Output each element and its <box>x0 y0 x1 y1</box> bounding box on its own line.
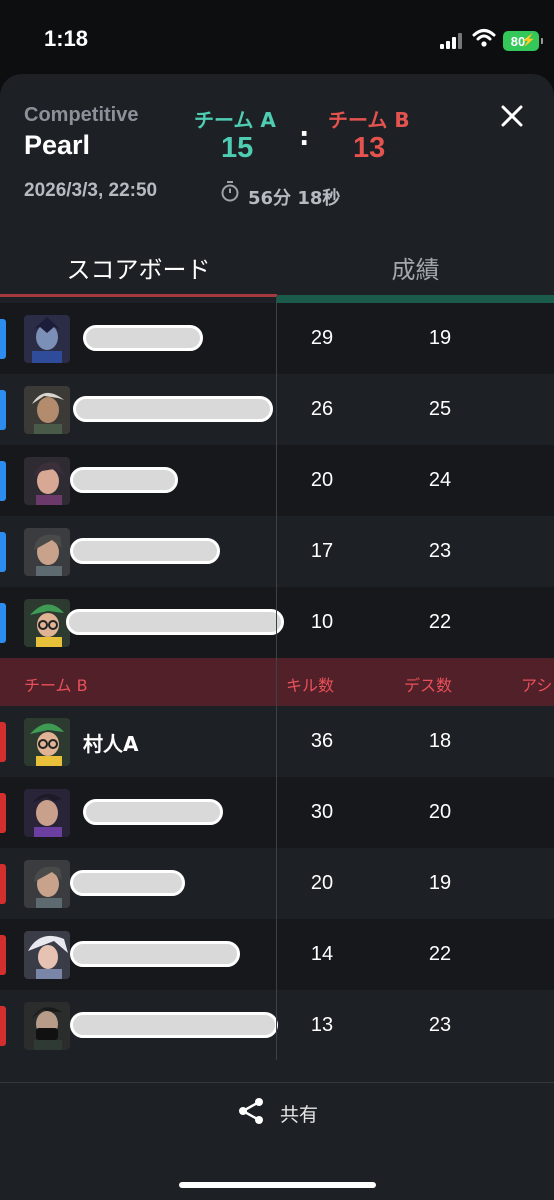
signal-icon <box>440 33 464 49</box>
kills-value: 30 <box>310 801 334 823</box>
table-row[interactable]: 26 25 <box>0 374 554 445</box>
wifi-icon <box>472 29 496 47</box>
kills-value: 10 <box>310 611 334 633</box>
deaths-value: 23 <box>428 540 452 562</box>
team-b-marker <box>0 864 6 904</box>
team-b-marker <box>0 1006 6 1046</box>
match-details-sheet: Competitive Pearl 2026/3/3, 22:50 56分 18… <box>0 74 554 1200</box>
team-b-header-label: チーム B <box>24 676 88 695</box>
deaths-value: 23 <box>428 1014 452 1036</box>
team-a-score: 15 <box>221 132 254 164</box>
table-row[interactable]: 30 20 <box>0 777 554 848</box>
team-a-marker <box>0 461 6 501</box>
battery-icon: 80 ⚡ <box>503 31 543 51</box>
share-icon[interactable] <box>236 1096 266 1126</box>
scoreboard-table: 29 19 26 25 20 24 17 23 10 22 チーム B キル数 … <box>0 303 554 1061</box>
kills-value: 20 <box>310 872 334 894</box>
active-tab-indicator <box>0 294 277 297</box>
agent-avatar <box>24 931 70 979</box>
redacted-name <box>70 1012 278 1038</box>
match-duration: 56分 18秒 <box>248 188 341 209</box>
table-row[interactable]: 村人A 36 18 <box>0 706 554 777</box>
redacted-name <box>73 396 273 422</box>
table-row[interactable]: 10 22 <box>0 587 554 658</box>
team-b-header: チーム B キル数 デス数 アシ <box>0 658 554 706</box>
tab-scoreboard[interactable]: スコアボード <box>0 250 277 285</box>
team-b-marker <box>0 935 6 975</box>
table-row[interactable]: 13 23 <box>0 990 554 1061</box>
close-icon[interactable] <box>500 104 524 128</box>
agent-avatar <box>24 386 70 434</box>
deaths-value: 18 <box>428 730 452 752</box>
agent-avatar <box>24 860 70 908</box>
charging-icon: ⚡ <box>521 33 536 47</box>
team-a-marker <box>0 390 6 430</box>
redacted-name <box>83 325 203 351</box>
redacted-name <box>70 870 185 896</box>
stopwatch-icon <box>221 181 239 202</box>
kills-column-header: キル数 <box>286 676 335 695</box>
team-a-marker <box>0 603 6 643</box>
agent-avatar <box>24 315 70 363</box>
kills-value: 26 <box>310 398 334 420</box>
team-b-marker <box>0 722 6 762</box>
share-button[interactable]: 共有 <box>280 1100 318 1127</box>
agent-avatar <box>24 718 70 766</box>
team-a-marker <box>0 319 6 359</box>
kills-value: 13 <box>310 1014 334 1036</box>
player-name: 村人A <box>83 732 139 756</box>
tab-stats[interactable]: 成績 <box>277 250 554 285</box>
home-indicator[interactable] <box>179 1182 376 1188</box>
redacted-name <box>66 609 284 635</box>
score-separator: : <box>299 122 310 152</box>
agent-avatar <box>24 528 70 576</box>
game-mode: Competitive <box>24 104 139 126</box>
table-row[interactable]: 20 24 <box>0 445 554 516</box>
kills-value: 20 <box>310 469 334 491</box>
status-time: 1:18 <box>44 26 89 51</box>
redacted-name <box>70 941 240 967</box>
agent-avatar <box>24 457 70 505</box>
assists-column-header: アシ <box>521 676 553 695</box>
footer-divider <box>0 1082 554 1083</box>
team-a-marker <box>0 532 6 572</box>
tab-underline <box>277 295 554 303</box>
team-b-label: チーム B <box>328 108 410 132</box>
kills-value: 29 <box>310 327 334 349</box>
table-row[interactable]: 17 23 <box>0 516 554 587</box>
team-b-marker <box>0 793 6 833</box>
kills-value: 14 <box>310 943 334 965</box>
frozen-column-divider <box>276 296 277 1060</box>
team-a-label: チーム A <box>194 108 276 132</box>
redacted-name <box>70 467 178 493</box>
redacted-name <box>70 538 220 564</box>
redacted-name <box>83 799 223 825</box>
deaths-value: 20 <box>428 801 452 823</box>
agent-avatar <box>24 1002 70 1050</box>
agent-avatar <box>24 789 70 837</box>
kills-value: 17 <box>310 540 334 562</box>
agent-avatar <box>24 599 70 647</box>
deaths-value: 22 <box>428 943 452 965</box>
map-name: Pearl <box>24 130 91 160</box>
deaths-value: 24 <box>428 469 452 491</box>
deaths-value: 25 <box>428 398 452 420</box>
table-row[interactable]: 29 19 <box>0 303 554 374</box>
team-b-score: 13 <box>353 132 386 164</box>
table-row[interactable]: 14 22 <box>0 919 554 990</box>
deaths-value: 22 <box>428 611 452 633</box>
table-row[interactable]: 20 19 <box>0 848 554 919</box>
match-datetime: 2026/3/3, 22:50 <box>24 180 158 201</box>
deaths-column-header: デス数 <box>404 676 453 695</box>
deaths-value: 19 <box>428 872 452 894</box>
status-bar: 1:18 80 ⚡ <box>0 0 554 80</box>
kills-value: 36 <box>310 730 334 752</box>
deaths-value: 19 <box>428 327 452 349</box>
